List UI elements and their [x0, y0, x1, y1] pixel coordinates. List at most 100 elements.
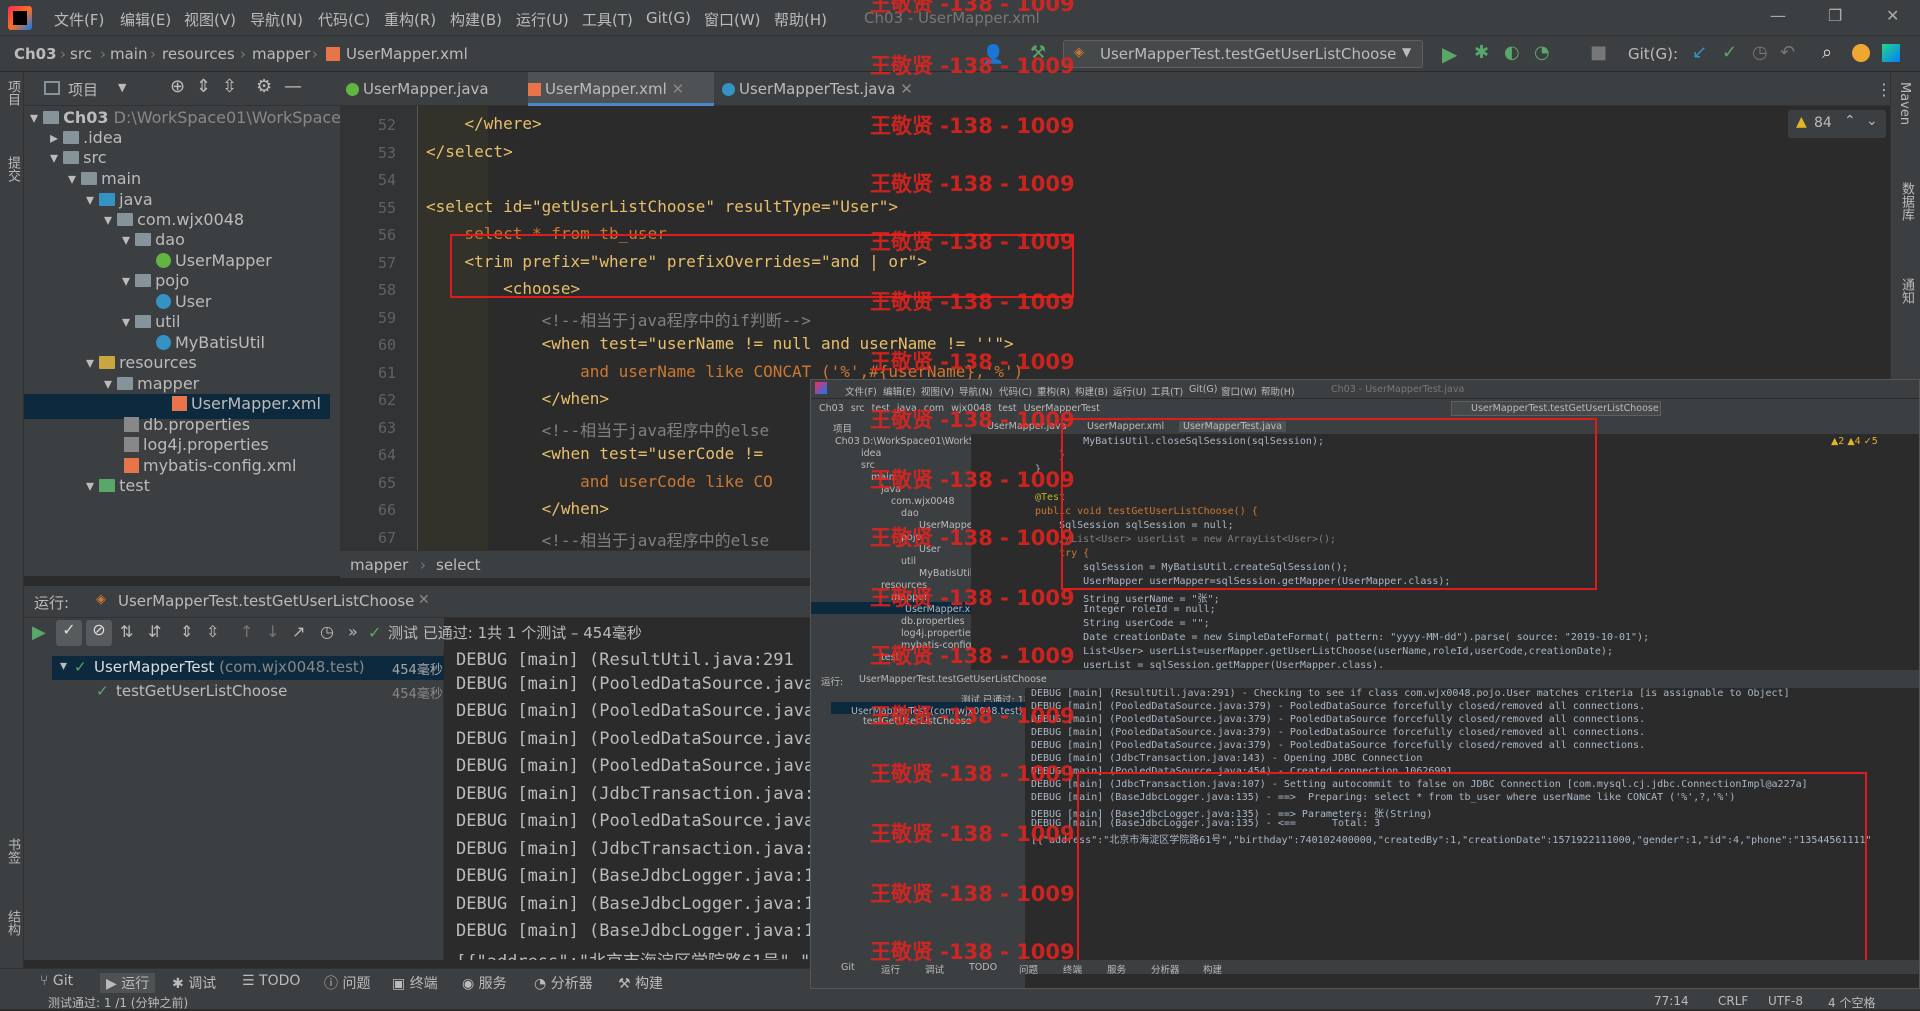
breadcrumb-src[interactable]: src [70, 45, 92, 63]
tool-todo[interactable]: ☰ TODO [242, 973, 300, 989]
tool-run[interactable]: ▶ 运行 [100, 973, 156, 993]
bookmarks-tool-label[interactable]: 书签 [3, 838, 22, 864]
watermark: 王敬贤 -138 - 1009 [870, 0, 1075, 16]
commit-tool-label[interactable]: 提交 [3, 156, 22, 182]
tree-item-test[interactable]: ▾ test [86, 476, 150, 501]
collapse-all-icon[interactable]: ⇳ [206, 622, 219, 641]
show-ignored-icon[interactable]: ⊘ [86, 620, 112, 646]
menu-build[interactable]: 构建(B) [450, 9, 502, 30]
stop-icon[interactable]: ■ [1590, 42, 1607, 63]
menu-refactor[interactable]: 重构(R) [384, 9, 436, 30]
hide-icon[interactable]: — [284, 76, 302, 97]
more-icon[interactable]: » [348, 622, 358, 641]
xml-file-icon [172, 396, 187, 411]
export-icon[interactable]: ↗ [292, 622, 305, 641]
sort-alpha-icon[interactable]: ⇅ [120, 622, 133, 641]
chevron-down-icon[interactable]: ⌄ [1866, 113, 1878, 129]
database-tool-label[interactable]: 数据库 [1897, 182, 1916, 221]
breadcrumb-project[interactable]: Ch03 [14, 45, 57, 63]
notifications-tool-label[interactable]: 通知 [1897, 278, 1916, 304]
sort-duration-icon[interactable]: ⇵ [148, 622, 161, 641]
watermark: 王敬贤 -138 - 1009 [870, 114, 1075, 138]
tool-debug[interactable]: ✱ 调试 [172, 973, 216, 993]
history-icon[interactable]: ◷ [320, 622, 334, 641]
test-status: 测试 已通过: 1共 1 个测试 – 454毫秒 [388, 624, 642, 642]
folder-icon [99, 479, 116, 492]
tool-build[interactable]: ⚒ 构建 [618, 973, 663, 993]
menu-window[interactable]: 窗口(W) [704, 9, 761, 30]
rollback-icon[interactable]: ↶ [1780, 42, 1795, 63]
class-icon [156, 335, 171, 350]
breadcrumb-main[interactable]: main [110, 45, 147, 63]
rerun-icon[interactable]: ▶ [32, 622, 46, 643]
tool-terminal[interactable]: ▣ 终端 [392, 973, 438, 993]
next-failed-icon[interactable]: ↓ [266, 622, 279, 641]
collapse-all-icon[interactable]: ⇳ [222, 76, 237, 97]
project-tool-label[interactable]: 项目 [3, 80, 22, 106]
watermark: 王敬贤 -138 - 1009 [870, 882, 1075, 906]
breadcrumb-mapper[interactable]: mapper [252, 45, 310, 63]
test-row-class[interactable]: ▾ ✓ UserMapperTest (com.wjx0048.test) 45… [52, 656, 444, 680]
maven-tool-label[interactable]: Maven [1897, 82, 1912, 125]
run-tab[interactable]: UserMapperTest.testGetUserListChoose [118, 592, 414, 610]
menu-run[interactable]: 运行(U) [516, 9, 569, 30]
breadcrumb-resources[interactable]: resources [162, 45, 235, 63]
coverage-icon[interactable]: ◐ [1504, 42, 1520, 63]
tool-services[interactable]: ◉ 服务 [462, 973, 507, 993]
close-tab-icon[interactable]: ✕ [900, 80, 913, 98]
watermark: 王敬贤 -138 - 1009 [870, 704, 1075, 728]
close-tab-icon[interactable]: ✕ [418, 592, 430, 608]
menu-help[interactable]: 帮助(H) [774, 9, 827, 30]
watermark: 王敬贤 -138 - 1009 [870, 54, 1075, 78]
git-commit-icon[interactable]: ✓ [1722, 42, 1737, 63]
xml-file-icon [124, 458, 139, 473]
jetbrains-icon[interactable] [1882, 44, 1900, 62]
project-panel-title[interactable]: 项目 [68, 79, 98, 100]
menu-code[interactable]: 代码(C) [318, 9, 370, 30]
menu-navigate[interactable]: 导航(N) [250, 9, 303, 30]
interface-icon [156, 253, 171, 268]
tool-problems[interactable]: ⓘ 问题 [324, 973, 370, 993]
history-icon[interactable]: ◷ [1752, 42, 1768, 63]
menu-edit[interactable]: 编辑(E) [120, 9, 171, 30]
minimize-icon[interactable]: — [1770, 6, 1786, 25]
menu-tools[interactable]: 工具(T) [582, 9, 633, 30]
expand-all-icon[interactable]: ⇕ [180, 622, 193, 641]
tab-usermapper-xml[interactable]: UserMapper.xml ✕ [528, 72, 714, 106]
close-icon[interactable]: ✕ [1886, 6, 1899, 25]
structure-tool-label[interactable]: 结构 [3, 910, 22, 936]
show-passed-icon[interactable]: ✓ [56, 620, 82, 646]
intellij-logo-icon [8, 6, 32, 30]
chevron-down-icon[interactable]: ▼ [118, 81, 126, 94]
tab-usermapper-java[interactable]: UserMapper.java [346, 72, 526, 106]
folder-icon [117, 377, 134, 390]
tool-profiler[interactable]: ◔ 分析器 [534, 973, 593, 993]
inspection-widget[interactable]: ▲ 84 ⌃ ⌄ [1788, 110, 1886, 138]
debug-icon[interactable]: ✱ [1474, 42, 1489, 63]
profile-icon[interactable]: ◔ [1534, 42, 1550, 63]
chevron-up-icon[interactable]: ⌃ [1844, 113, 1856, 129]
tool-git[interactable]: ⑂ Git [40, 973, 73, 989]
locate-icon[interactable]: ⊕ [170, 76, 185, 97]
breadcrumb-file[interactable]: UserMapper.xml [346, 45, 468, 63]
gear-icon[interactable]: ⚙ [256, 76, 272, 97]
git-update-icon[interactable]: ↙ [1692, 42, 1707, 63]
menu-view[interactable]: 视图(V) [184, 9, 236, 30]
prev-failed-icon[interactable]: ↑ [240, 622, 253, 641]
run-config-icon: ◈ [1074, 45, 1084, 60]
run-icon[interactable]: ▶ [1442, 42, 1457, 66]
inset-highlight-box-test [1061, 418, 1597, 590]
menu-file[interactable]: 文件(F) [54, 9, 104, 30]
run-config-dropdown[interactable]: ◈ UserMapperTest.testGetUserListChoose ▼ [1063, 40, 1423, 68]
expand-all-icon[interactable]: ⇕ [196, 76, 211, 97]
menu-git[interactable]: Git(G) [646, 9, 691, 27]
inset-menu-bar: 文件(F) 编辑(E) 视图(V) 导航(N) 代码(C) 重构(R) 构建(B… [811, 380, 1919, 398]
search-icon[interactable]: ⌕ [1822, 42, 1832, 63]
test-row-method[interactable]: ✓ testGetUserListChoose 454毫秒 [52, 680, 444, 704]
watermark: 王敬贤 -138 - 1009 [870, 762, 1075, 786]
code-line-64: <when test="userCode != [426, 444, 764, 463]
update-icon[interactable] [1852, 44, 1870, 62]
properties-file-icon [124, 437, 139, 452]
close-tab-icon[interactable]: ✕ [672, 80, 685, 98]
restore-icon[interactable]: ❐ [1828, 6, 1842, 25]
